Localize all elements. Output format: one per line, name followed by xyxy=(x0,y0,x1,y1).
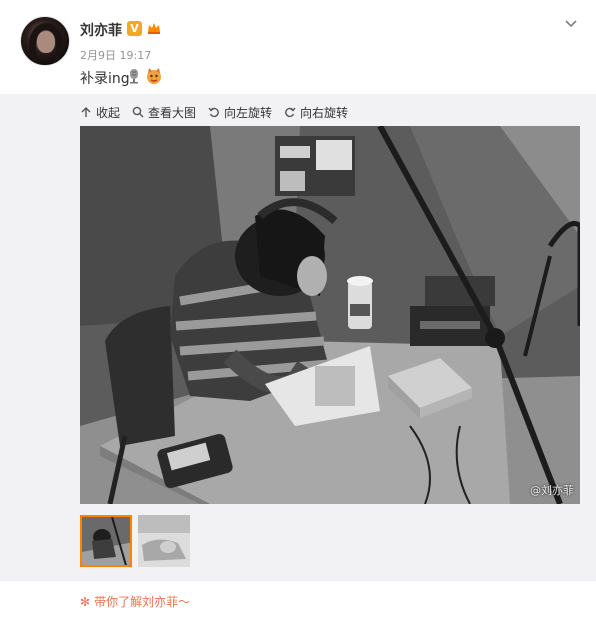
flower-icon: ✻ xyxy=(80,594,91,609)
microphone-icon xyxy=(130,69,138,84)
about-author-link[interactable]: ✻ 带你了解刘亦菲～ xyxy=(80,593,190,610)
thumbnail-image-1 xyxy=(82,517,130,565)
photo-watermark: @刘亦菲 xyxy=(530,484,574,497)
author-name[interactable]: 刘亦菲 xyxy=(80,20,122,40)
rotate-left-button[interactable]: 向左旋转 xyxy=(208,104,272,121)
weibo-post-card: 刘亦菲 V 2月9日 19:17 补录ing 收起 查看大图 向左旋转 向右旋转… xyxy=(0,0,596,625)
thumbnail-1[interactable] xyxy=(80,515,132,567)
view-large-label: 查看大图 xyxy=(148,105,197,120)
main-photo[interactable]: @刘亦菲 xyxy=(80,126,580,504)
image-toolbar: 收起 查看大图 向左旋转 向右旋转 xyxy=(80,104,360,120)
verified-badge-icon: V xyxy=(127,21,142,36)
thumbnail-2[interactable] xyxy=(138,515,190,567)
divider xyxy=(0,580,596,581)
rotate-right-icon xyxy=(285,107,296,118)
post-timestamp[interactable]: 2月9日 19:17 xyxy=(80,47,151,63)
recording-studio-photo xyxy=(80,126,580,504)
rotate-right-button[interactable]: 向右旋转 xyxy=(284,104,348,121)
collapse-icon xyxy=(81,107,91,117)
collapse-button[interactable]: 收起 xyxy=(80,104,120,121)
chevron-down-icon[interactable] xyxy=(564,16,578,30)
rotate-right-label: 向右旋转 xyxy=(300,105,349,120)
thumbnail-image-2 xyxy=(138,515,190,567)
view-large-button[interactable]: 查看大图 xyxy=(132,104,196,121)
post-text: 补录ing xyxy=(80,71,130,87)
rotate-left-icon xyxy=(208,107,219,118)
vip-crown-icon xyxy=(148,23,160,34)
rotate-left-label: 向左旋转 xyxy=(224,105,273,120)
collapse-label: 收起 xyxy=(96,105,121,120)
promo-text: 带你了解刘亦菲～ xyxy=(94,595,191,609)
avatar-face xyxy=(37,31,55,53)
avatar[interactable] xyxy=(20,16,70,66)
cat-emoji-icon xyxy=(147,68,161,84)
search-icon xyxy=(132,106,144,118)
